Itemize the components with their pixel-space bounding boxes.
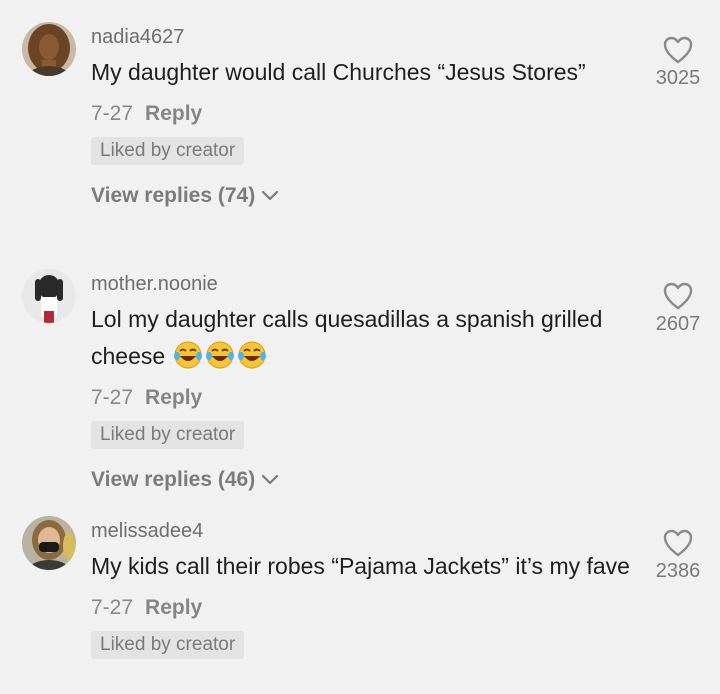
comment-meta: 7-27 Reply [91,383,631,413]
avatar[interactable] [22,269,76,323]
chevron-down-icon [262,190,279,201]
view-replies-label: View replies (46) [91,468,256,491]
view-replies-button[interactable]: View replies (74) [91,181,631,211]
chevron-down-icon [262,474,279,485]
reply-button[interactable]: Reply [145,386,202,409]
like-count: 3025 [655,67,701,89]
comment-body: melissadee4 My kids call their robes “Pa… [91,516,631,659]
avatar[interactable] [22,516,76,570]
avatar-woman-face-mask-icon [22,516,76,570]
reply-button[interactable]: Reply [145,102,202,125]
comment-username[interactable]: nadia4627 [91,22,631,52]
like-button[interactable]: 2386 [644,529,712,583]
comment-meta: 7-27 Reply [91,99,631,129]
face-with-tears-of-joy-icon [206,341,235,369]
reply-button[interactable]: Reply [145,596,202,619]
comment-text: My daughter would call Churches “Jesus S… [91,59,586,85]
avatar[interactable] [22,22,76,76]
view-replies-label: View replies (74) [91,184,256,207]
comment-list: nadia4627 My daughter would call Churche… [0,0,720,694]
heart-icon [663,282,693,310]
comment-body: mother.noonie Lol my daughter calls ques… [91,269,631,495]
comment-date: 7-27 [91,596,134,619]
heart-icon [663,529,693,557]
avatar-dark-figure-icon [22,269,76,323]
like-button[interactable]: 2607 [644,282,712,336]
avatar-woman-curly-hair-icon [22,22,76,76]
face-with-tears-of-joy-icon [174,341,203,369]
comment-text: Lol my daughter calls quesadillas a span… [91,301,631,375]
view-replies-button[interactable]: View replies (46) [91,465,631,495]
comment-username[interactable]: melissadee4 [91,516,631,546]
emoji-group [171,341,267,369]
heart-icon [663,36,693,64]
liked-by-creator-badge: Liked by creator [91,137,245,165]
comment-text-content: Lol my daughter calls quesadillas a span… [91,306,603,369]
comment-username[interactable]: mother.noonie [91,269,631,299]
comment-text: My kids call their robes “Pajama Jackets… [91,553,630,579]
liked-by-creator-badge: Liked by creator [91,631,245,659]
liked-by-creator-badge: Liked by creator [91,421,245,449]
face-with-tears-of-joy-icon [238,341,267,369]
like-count: 2386 [655,560,701,582]
comment-meta: 7-27 Reply [91,593,631,623]
comment-date: 7-27 [91,102,134,125]
like-count: 2607 [655,313,701,335]
comment-body: nadia4627 My daughter would call Churche… [91,22,631,211]
comment-date: 7-27 [91,386,134,409]
like-button[interactable]: 3025 [644,36,712,90]
